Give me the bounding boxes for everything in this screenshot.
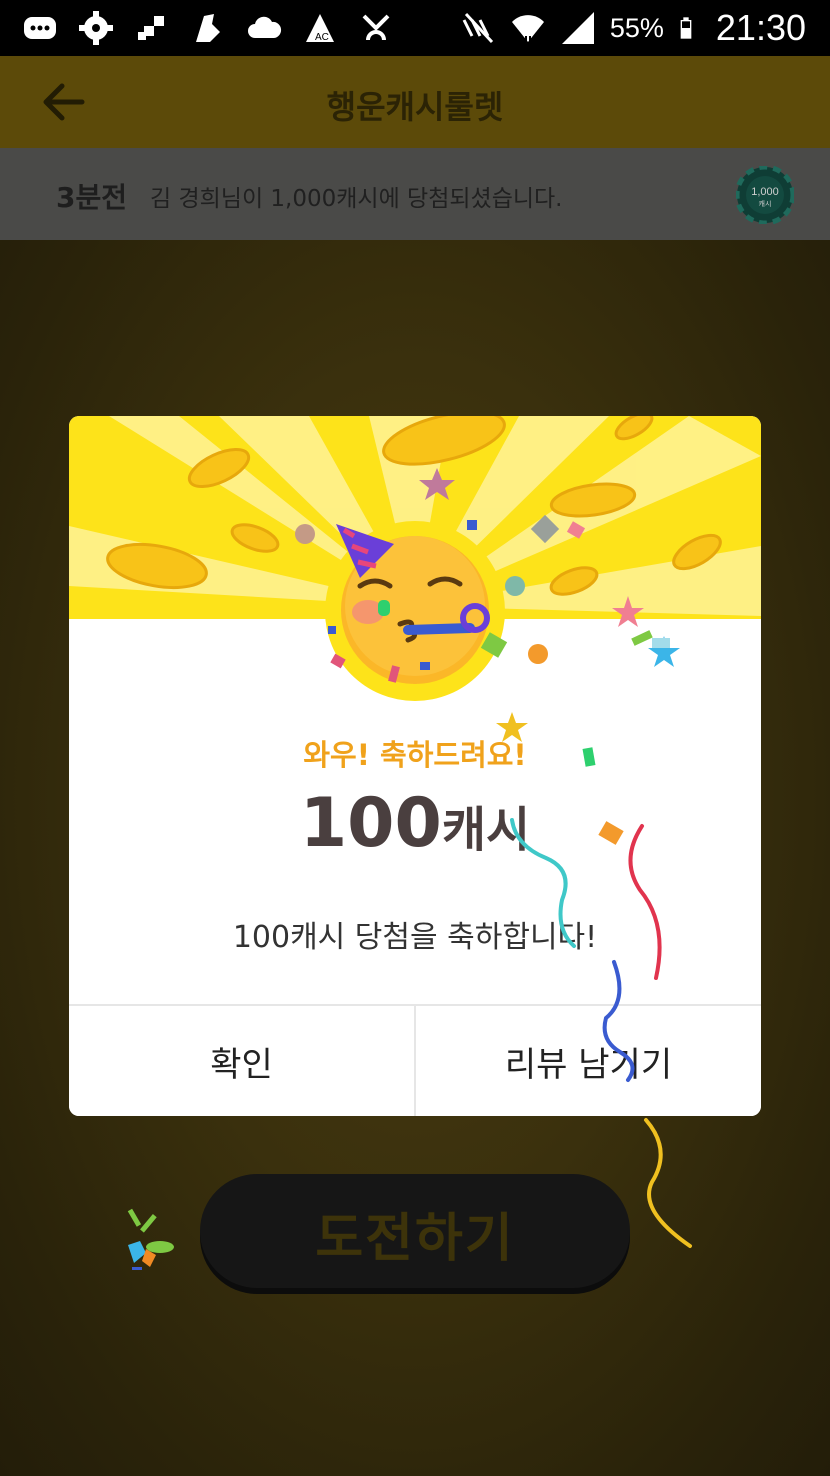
winner-ticker: 3분전 김 경희님이 1,000캐시에 당첨되셨습니다. [0, 148, 830, 240]
shoe-icon [196, 14, 220, 42]
clock: 21:30 [715, 7, 806, 48]
prize-amount: 100캐시 [69, 784, 761, 863]
dialog-message: 100캐시 당첨을 축하합니다! [232, 920, 598, 955]
message-icon [24, 17, 56, 39]
cloud-icon [248, 16, 282, 38]
confirm-button[interactable]: 확인 [69, 1006, 414, 1116]
prize-number: 100 [299, 784, 442, 863]
ticker-message: 김 경희님이 1,000캐시에 당첨되셨습니다. [150, 186, 563, 212]
challenge-button-label: 도전하기 [315, 1209, 515, 1269]
page-title: 행운캐시룰렛 [326, 88, 504, 126]
dialog-headline: 와우! 축하드려요! [303, 738, 527, 772]
app-bar: 행운캐시룰렛 [0, 56, 830, 148]
fan-icon [362, 14, 390, 41]
dialog-button-row: 확인 리뷰 남기기 [69, 1004, 761, 1116]
prize-dialog: 와우! 축하드려요! 100캐시 100캐시 당첨을 축하합니다! 확인 리뷰 … [69, 416, 761, 1116]
grid-icon [138, 16, 164, 40]
ac-icon: AC [306, 14, 334, 43]
cash-chip-icon: 1,000 캐시 [736, 166, 794, 224]
status-bar: AC 55% 21:30 [0, 0, 830, 56]
leave-review-button[interactable]: 리뷰 남기기 [414, 1006, 761, 1116]
prize-unit: 캐시 [441, 802, 531, 858]
svg-text:AC: AC [315, 32, 329, 43]
chip-unit: 캐시 [759, 200, 772, 208]
battery-percent: 55% [609, 12, 664, 43]
challenge-button[interactable]: 도전하기 [200, 1174, 630, 1288]
signal-icon [561, 12, 594, 44]
mute-icon [462, 12, 493, 44]
confetti-icon [127, 1208, 174, 1270]
settings-gear-icon [79, 11, 113, 45]
ticker-time: 3분전 [56, 181, 128, 214]
wifi-icon [511, 15, 544, 44]
chip-amount: 1,000 [751, 186, 779, 198]
party-face-emoji-icon [325, 521, 505, 701]
battery-icon [680, 17, 692, 39]
